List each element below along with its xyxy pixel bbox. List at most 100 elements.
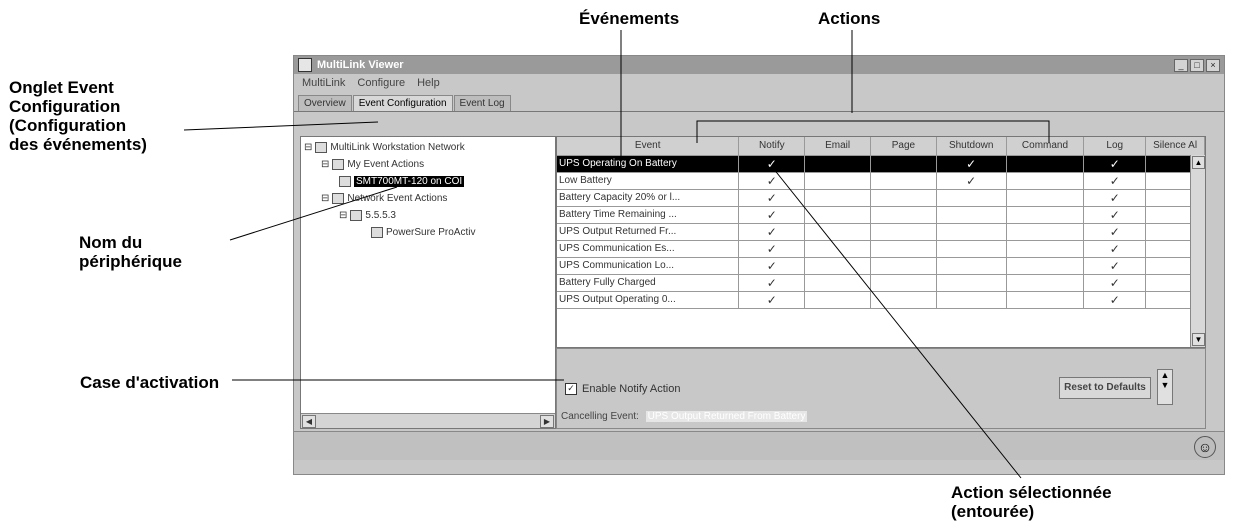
- menu-multilink[interactable]: MultiLink: [302, 77, 345, 89]
- table-row[interactable]: Battery Fully Charged ✓ ✓: [557, 275, 1205, 292]
- action-cell-command[interactable]: [1007, 224, 1085, 240]
- panel-spinner[interactable]: ▲ ▼: [1157, 369, 1173, 405]
- action-cell-email[interactable]: [805, 156, 872, 172]
- action-cell-notify[interactable]: ✓: [739, 190, 806, 206]
- action-cell-notify[interactable]: ✓: [739, 173, 806, 189]
- action-cell-notify[interactable]: ✓: [739, 258, 806, 274]
- column-header-email[interactable]: Email: [805, 137, 872, 155]
- action-cell-email[interactable]: [805, 275, 872, 291]
- event-name-cell[interactable]: UPS Output Operating 0...: [557, 292, 740, 308]
- table-row[interactable]: UPS Output Returned Fr... ✓ ✓: [557, 224, 1205, 241]
- event-name-cell[interactable]: Battery Capacity 20% or l...: [557, 190, 740, 206]
- action-cell-shutdown[interactable]: [937, 292, 1007, 308]
- event-name-cell[interactable]: UPS Output Returned Fr...: [557, 224, 740, 240]
- column-header-page[interactable]: Page: [871, 137, 937, 155]
- scroll-down-icon[interactable]: ▼: [1192, 333, 1205, 346]
- action-cell-notify[interactable]: ✓: [739, 292, 806, 308]
- action-cell-shutdown[interactable]: [937, 224, 1007, 240]
- action-cell-page[interactable]: [871, 207, 937, 223]
- action-cell-shutdown[interactable]: [937, 241, 1007, 257]
- action-cell-shutdown[interactable]: [937, 207, 1007, 223]
- action-cell-command[interactable]: [1007, 241, 1085, 257]
- action-cell-notify[interactable]: ✓: [739, 241, 806, 257]
- action-cell-page[interactable]: [871, 275, 937, 291]
- action-cell-log[interactable]: ✓: [1084, 292, 1147, 308]
- scroll-left-icon[interactable]: ◀: [302, 415, 316, 428]
- action-cell-log[interactable]: ✓: [1084, 275, 1147, 291]
- tree-node-my-event-actions[interactable]: ⊟ My Event Actions: [321, 157, 424, 171]
- tab-event-log[interactable]: Event Log: [453, 95, 511, 111]
- menu-configure[interactable]: Configure: [357, 77, 405, 89]
- column-header-silence-al[interactable]: Silence Al: [1146, 137, 1205, 155]
- event-name-cell[interactable]: Low Battery: [557, 173, 740, 189]
- table-row[interactable]: Low Battery ✓ ✓ ✓: [557, 173, 1205, 190]
- event-name-cell[interactable]: UPS Operating On Battery: [557, 156, 740, 172]
- table-row[interactable]: Battery Capacity 20% or l... ✓ ✓: [557, 190, 1205, 207]
- table-row[interactable]: UPS Output Operating 0... ✓ ✓: [557, 292, 1205, 309]
- action-cell-notify[interactable]: ✓: [739, 156, 806, 172]
- maximize-button[interactable]: □: [1190, 58, 1204, 72]
- spin-up-icon[interactable]: ▲: [1158, 370, 1172, 380]
- action-cell-command[interactable]: [1007, 292, 1085, 308]
- action-cell-email[interactable]: [805, 292, 872, 308]
- action-cell-command[interactable]: [1007, 258, 1085, 274]
- close-button[interactable]: ×: [1206, 58, 1220, 72]
- action-cell-log[interactable]: ✓: [1084, 173, 1147, 189]
- column-header-log[interactable]: Log: [1084, 137, 1147, 155]
- tree-expand-icon[interactable]: ⊟: [321, 159, 329, 170]
- tree-expand-icon[interactable]: ⊟: [304, 142, 312, 153]
- tab-overview[interactable]: Overview: [298, 95, 352, 111]
- action-cell-email[interactable]: [805, 173, 872, 189]
- action-cell-notify[interactable]: ✓: [739, 275, 806, 291]
- spin-down-icon[interactable]: ▼: [1158, 380, 1172, 390]
- action-cell-page[interactable]: [871, 292, 937, 308]
- action-cell-command[interactable]: [1007, 190, 1085, 206]
- tree-node-ip-address[interactable]: ⊟ 5.5.5.3: [339, 208, 396, 222]
- event-name-cell[interactable]: Battery Time Remaining ...: [557, 207, 740, 223]
- enable-notify-checkbox[interactable]: ✓: [565, 383, 577, 395]
- column-header-event[interactable]: Event: [557, 137, 740, 155]
- action-cell-command[interactable]: [1007, 173, 1085, 189]
- tree-node-network-event-actions[interactable]: ⊟ Network Event Actions: [321, 191, 447, 205]
- table-row[interactable]: UPS Communication Es... ✓ ✓: [557, 241, 1205, 258]
- action-cell-page[interactable]: [871, 173, 937, 189]
- action-cell-page[interactable]: [871, 224, 937, 240]
- action-cell-page[interactable]: [871, 241, 937, 257]
- tree-node-workstation-network[interactable]: ⊟ MultiLink Workstation Network: [304, 140, 465, 154]
- tree-node-device-selected[interactable]: SMT700MT-120 on COI: [339, 174, 465, 188]
- action-cell-log[interactable]: ✓: [1084, 156, 1147, 172]
- action-cell-page[interactable]: [871, 190, 937, 206]
- tab-event-configuration[interactable]: Event Configuration: [352, 95, 453, 111]
- table-vertical-scrollbar[interactable]: ▲ ▼: [1190, 155, 1205, 347]
- action-cell-log[interactable]: ✓: [1084, 207, 1147, 223]
- event-name-cell[interactable]: Battery Fully Charged: [557, 275, 740, 291]
- reset-to-defaults-button[interactable]: Reset to Defaults: [1059, 377, 1151, 399]
- menu-help[interactable]: Help: [417, 77, 440, 89]
- action-cell-email[interactable]: [805, 241, 872, 257]
- tree-node-powersure[interactable]: PowerSure ProActiv: [371, 225, 475, 239]
- minimize-button[interactable]: _: [1174, 58, 1188, 72]
- event-name-cell[interactable]: UPS Communication Lo...: [557, 258, 740, 274]
- scroll-up-icon[interactable]: ▲: [1192, 156, 1205, 169]
- action-cell-shutdown[interactable]: ✓: [937, 173, 1007, 189]
- tree-horizontal-scrollbar[interactable]: ◀ ▶: [301, 413, 555, 428]
- column-header-command[interactable]: Command: [1007, 137, 1085, 155]
- action-cell-email[interactable]: [805, 258, 872, 274]
- table-row[interactable]: Battery Time Remaining ... ✓ ✓: [557, 207, 1205, 224]
- action-cell-shutdown[interactable]: [937, 258, 1007, 274]
- tree-expand-icon[interactable]: ⊟: [339, 210, 347, 221]
- action-cell-shutdown[interactable]: [937, 190, 1007, 206]
- action-cell-log[interactable]: ✓: [1084, 190, 1147, 206]
- action-cell-email[interactable]: [805, 190, 872, 206]
- action-cell-command[interactable]: [1007, 275, 1085, 291]
- action-cell-log[interactable]: ✓: [1084, 224, 1147, 240]
- action-cell-email[interactable]: [805, 207, 872, 223]
- scroll-right-icon[interactable]: ▶: [540, 415, 554, 428]
- action-cell-email[interactable]: [805, 224, 872, 240]
- action-cell-command[interactable]: [1007, 156, 1085, 172]
- table-row[interactable]: UPS Communication Lo... ✓ ✓: [557, 258, 1205, 275]
- column-header-shutdown[interactable]: Shutdown: [937, 137, 1007, 155]
- column-header-notify[interactable]: Notify: [739, 137, 806, 155]
- action-cell-notify[interactable]: ✓: [739, 224, 806, 240]
- action-cell-page[interactable]: [871, 156, 937, 172]
